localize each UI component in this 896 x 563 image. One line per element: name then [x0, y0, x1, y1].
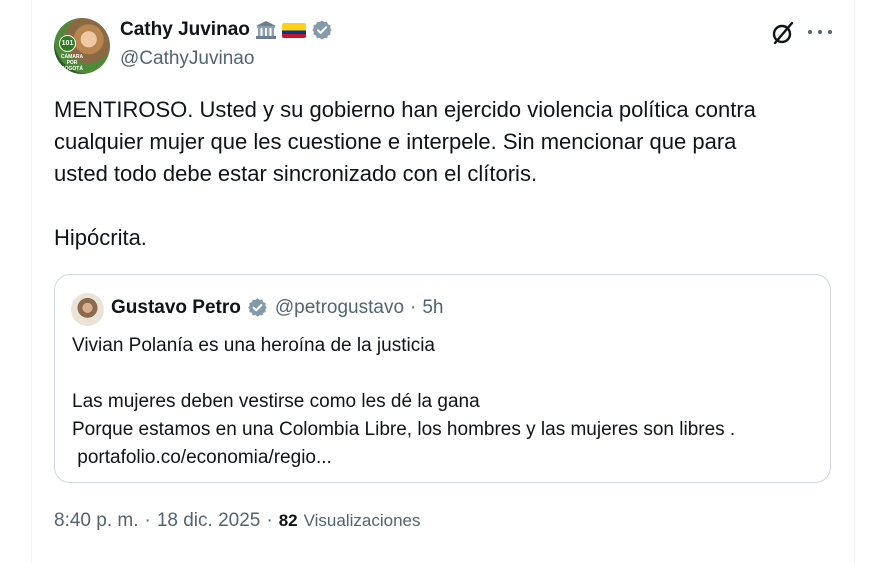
avatar-caption: CÁMARA POR BOGOTÁ	[60, 54, 84, 72]
tweet-line: usted todo debe estar sincronizado con e…	[54, 161, 538, 186]
grok-icon[interactable]	[770, 20, 796, 46]
more-dot	[818, 30, 822, 34]
more-dot	[828, 30, 832, 34]
quoted-link[interactable]: portafolio.co/economia/regio...	[72, 444, 822, 472]
quoted-author-name: Gustavo Petro	[111, 297, 241, 318]
author-handle[interactable]: @CathyJuvinao	[120, 48, 254, 70]
tweet-line: cualquier mujer que les cuestione e inte…	[54, 129, 737, 154]
quoted-tweet-card[interactable]: Gustavo Petro @petrogustavo · 5h Vivian …	[54, 274, 831, 483]
author-name[interactable]: Cathy Juvinao	[120, 19, 250, 41]
bank-icon	[255, 20, 277, 40]
timeline-border-left	[31, 0, 32, 563]
tweet-date[interactable]: 18 dic. 2025	[157, 510, 261, 532]
views-count[interactable]: 82	[279, 511, 298, 531]
tweet-text: MENTIROSO. Usted y su gobierno han ejerc…	[54, 94, 834, 254]
avatar-badge: 101	[59, 35, 76, 52]
colombia-flag-icon	[281, 22, 306, 38]
tweet-closing: Hipócrita.	[54, 225, 147, 250]
views-label[interactable]: Visualizaciones	[304, 511, 421, 531]
tweet-time[interactable]: 8:40 p. m.	[54, 510, 139, 532]
author-name-row: Cathy Juvinao	[120, 19, 333, 41]
quoted-tweet-text: Vivian Polanía es una heroína de la just…	[72, 332, 822, 472]
meta-separator: ·	[410, 297, 417, 318]
quoted-tweet-time: 5h	[422, 297, 444, 318]
quoted-author-avatar[interactable]	[71, 293, 104, 326]
tweet-footer: 8:40 p. m. · 18 dic. 2025 · 82 Visualiza…	[54, 510, 420, 532]
footer-separator: ·	[266, 510, 273, 531]
author-avatar[interactable]: 101 CÁMARA POR BOGOTÁ	[54, 18, 110, 74]
quoted-author-handle: @petrogustavo	[274, 297, 405, 318]
quoted-tweet-header: Gustavo Petro @petrogustavo · 5h	[111, 297, 443, 319]
quoted-line: Porque estamos en una Colombia Libre, lo…	[72, 419, 736, 440]
quoted-line: Las mujeres deben vestirse como les dé l…	[72, 391, 480, 412]
timeline-border-right	[854, 0, 855, 563]
tweet-line: MENTIROSO. Usted y su gobierno han ejerc…	[54, 97, 756, 122]
footer-separator: ·	[144, 510, 151, 531]
more-dot	[808, 30, 812, 34]
more-icon[interactable]	[808, 30, 832, 36]
verified-badge-icon[interactable]	[311, 19, 333, 41]
verified-badge-icon	[247, 297, 269, 319]
quoted-line: Vivian Polanía es una heroína de la just…	[72, 335, 436, 356]
